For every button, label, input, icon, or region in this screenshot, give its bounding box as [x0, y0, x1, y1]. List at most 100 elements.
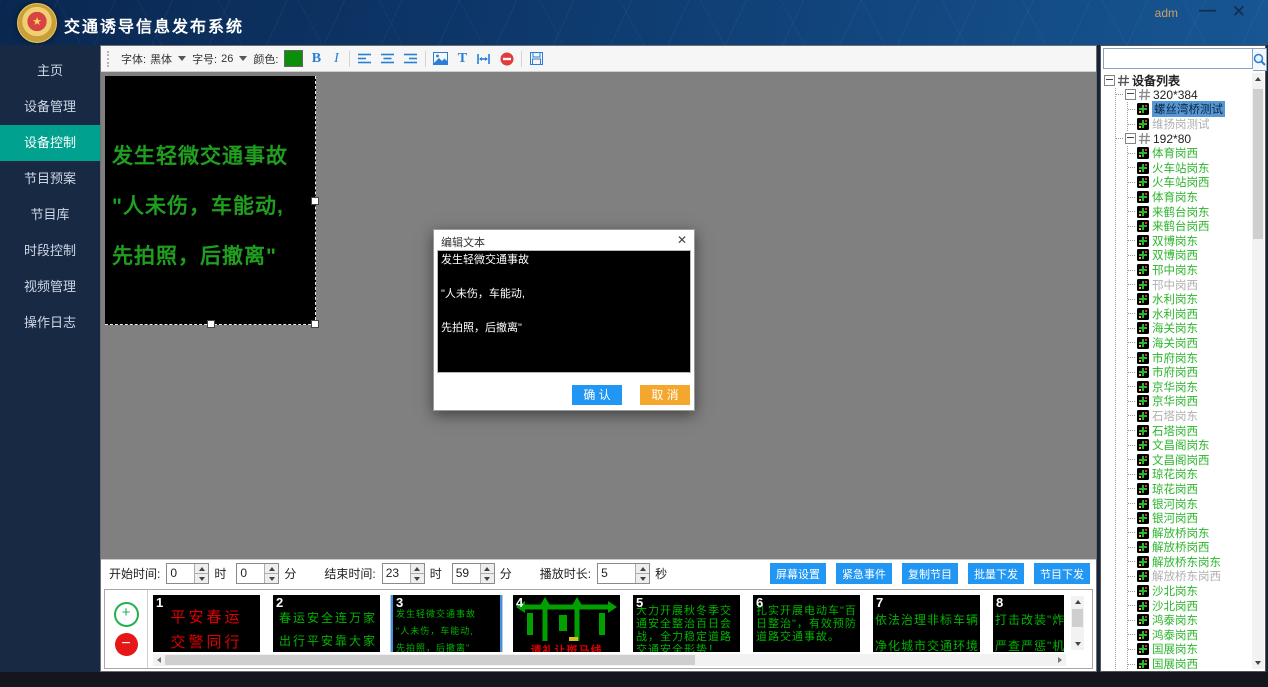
program-thumbnail-4[interactable]: 4请礼让斑马线 [513, 595, 620, 652]
spinner-up-icon[interactable] [265, 564, 278, 573]
program-dispatch-button[interactable]: 节目下发 [1034, 563, 1090, 584]
program-thumbnail-8[interactable]: 8打击改装"炸街"严查严惩"机改" [993, 595, 1064, 652]
dialog-close-icon[interactable]: ✕ [677, 233, 687, 247]
program-thumbnail-2[interactable]: 2春运安全连万家出行平安靠大家 [273, 595, 380, 652]
resize-handle-right[interactable] [311, 197, 319, 205]
thumbnail-horizontal-scrollbar[interactable] [153, 654, 1066, 666]
batch-dispatch-button[interactable]: 批量下发 [968, 563, 1024, 584]
tree-device[interactable]: 水利岗东 [1128, 292, 1251, 307]
tree-device[interactable]: 解放桥东岗东 [1128, 555, 1251, 570]
tree-device[interactable]: 解放桥岗东 [1128, 525, 1251, 540]
italic-button[interactable]: I [329, 51, 343, 67]
save-icon[interactable] [528, 51, 545, 67]
tree-device[interactable]: 水利岗西 [1128, 307, 1251, 322]
program-thumbnail-6[interactable]: 6扎实开展电动车"百日整治"，有效预防道路交通事故。 [753, 595, 860, 652]
align-right-icon[interactable] [402, 51, 419, 67]
minimize-button[interactable]: — [1199, 0, 1216, 20]
scroll-up-icon[interactable] [1255, 73, 1261, 85]
tree-device[interactable]: 京华岗东 [1128, 379, 1251, 394]
scroll-left-icon[interactable] [153, 654, 165, 666]
scroll-down-icon[interactable] [1255, 657, 1261, 669]
program-thumbnail-3[interactable]: 3发生轻微交通事故"人未伤，车能动,先拍照，后撤离" [393, 595, 500, 652]
led-preview-panel[interactable]: 发生轻微交通事故"人未伤，车能动,先拍照，后撤离" [105, 76, 316, 325]
spinner-up-icon[interactable] [195, 564, 208, 573]
insert-image-icon[interactable] [432, 51, 449, 67]
tree-device[interactable]: 国展岗西 [1128, 657, 1251, 669]
tree-scrollbar[interactable] [1252, 73, 1264, 669]
tree-device[interactable]: 鸿泰岗西 [1128, 628, 1251, 643]
stop-prohibit-icon[interactable] [498, 51, 515, 67]
tree-device[interactable]: 石塔岗东 [1128, 409, 1251, 424]
tree-device[interactable]: 市府岗西 [1128, 365, 1251, 380]
scroll-up-icon[interactable] [1071, 596, 1084, 608]
tree-device[interactable]: 火车站岗东 [1128, 161, 1251, 176]
collapse-icon[interactable] [1125, 133, 1136, 144]
tree-device[interactable]: 海关岗东 [1128, 321, 1251, 336]
time-spinner[interactable]: 5 [597, 563, 650, 584]
add-program-button[interactable]: + [114, 602, 139, 627]
close-button[interactable]: ✕ [1232, 2, 1246, 22]
time-spinner[interactable]: 23 [382, 563, 425, 584]
time-spinner[interactable]: 0 [236, 563, 279, 584]
spinner-down-icon[interactable] [411, 573, 424, 583]
spinner-down-icon[interactable] [636, 573, 649, 583]
tree-device[interactable]: 银河岗东 [1128, 496, 1251, 511]
tree-device[interactable]: 解放桥东岗西 [1128, 569, 1251, 584]
tree-device[interactable]: 双博岗东 [1128, 234, 1251, 249]
tree-device[interactable]: 沙北岗东 [1128, 584, 1251, 599]
font-size-select[interactable]: 字号: 26 [192, 51, 247, 67]
spinner-down-icon[interactable] [481, 573, 494, 583]
sidebar-item-video-management[interactable]: 视频管理 [0, 269, 100, 305]
screen-settings-button[interactable]: 屏幕设置 [770, 563, 826, 584]
tree-device[interactable]: 双博岗西 [1128, 248, 1251, 263]
resize-handle-bottom[interactable] [207, 320, 215, 328]
tree-device[interactable]: 解放桥岗西 [1128, 540, 1251, 555]
copy-program-button[interactable]: 复制节目 [902, 563, 958, 584]
resize-handle-corner[interactable] [311, 320, 319, 328]
tree-device[interactable]: 文昌阁岗东 [1128, 438, 1251, 453]
tree-device[interactable]: 琼花岗西 [1128, 482, 1251, 497]
sidebar-item-operation-log[interactable]: 操作日志 [0, 305, 100, 341]
tree-device[interactable]: 火车站岗西 [1128, 175, 1251, 190]
emergency-event-button[interactable]: 紧急事件 [836, 563, 892, 584]
tree-device[interactable]: 京华岗西 [1128, 394, 1251, 409]
scrollbar-thumb[interactable] [165, 655, 695, 665]
text-tool-button[interactable]: T [455, 51, 469, 67]
marquee-border-icon[interactable] [475, 51, 492, 67]
confirm-button[interactable]: 确 认 [572, 385, 622, 405]
spinner-down-icon[interactable] [265, 573, 278, 583]
tree-device[interactable]: 来鹤台岗东 [1128, 204, 1251, 219]
tree-device[interactable]: 邗中岗东 [1128, 263, 1251, 278]
collapse-icon[interactable] [1125, 89, 1136, 100]
tree-device[interactable]: 邗中岗西 [1128, 277, 1251, 292]
tree-group-192*80[interactable]: 192*80 [1116, 131, 1251, 146]
tree-device[interactable]: 来鹤台岗西 [1128, 219, 1251, 234]
sidebar-item-program-library[interactable]: 节目库 [0, 197, 100, 233]
color-swatch[interactable] [284, 50, 303, 67]
sidebar-item-device-management[interactable]: 设备管理 [0, 89, 100, 125]
time-spinner[interactable]: 59 [452, 563, 495, 584]
tree-device[interactable]: 维扬岗测试 [1128, 117, 1251, 132]
spinner-down-icon[interactable] [195, 573, 208, 583]
scroll-right-icon[interactable] [1054, 654, 1066, 666]
tree-root[interactable]: 设备列表 [1104, 73, 1251, 88]
tree-device[interactable]: 琼花岗东 [1128, 467, 1251, 482]
remove-program-button[interactable]: − [115, 633, 138, 656]
program-thumbnail-5[interactable]: 5大力开展秋冬季交通安全整治百日会战，全力稳定道路交通安全形势！ [633, 595, 740, 652]
tree-device[interactable]: 螺丝湾桥测试 [1128, 102, 1251, 117]
tree-device[interactable]: 国展岗东 [1128, 642, 1251, 657]
tree-device[interactable]: 海关岗西 [1128, 336, 1251, 351]
tree-group-320*384[interactable]: 320*384 [1116, 88, 1251, 103]
tree-device[interactable]: 体育岗东 [1128, 190, 1251, 205]
scrollbar-thumb[interactable] [1072, 609, 1083, 627]
align-left-icon[interactable] [356, 51, 373, 67]
align-center-icon[interactable] [379, 51, 396, 67]
scroll-down-icon[interactable] [1071, 638, 1084, 650]
scrollbar-thumb[interactable] [1253, 89, 1263, 239]
tree-device[interactable]: 市府岗东 [1128, 350, 1251, 365]
sidebar-item-schedule-control[interactable]: 时段控制 [0, 233, 100, 269]
device-search-input[interactable] [1103, 48, 1253, 69]
dialog-textarea[interactable]: 发生轻微交通事故 "人未伤，车能动, 先拍照，后撤离" [437, 250, 691, 373]
tree-device[interactable]: 沙北岗西 [1128, 598, 1251, 613]
font-family-select[interactable]: 字体: 黑体 [121, 51, 186, 67]
